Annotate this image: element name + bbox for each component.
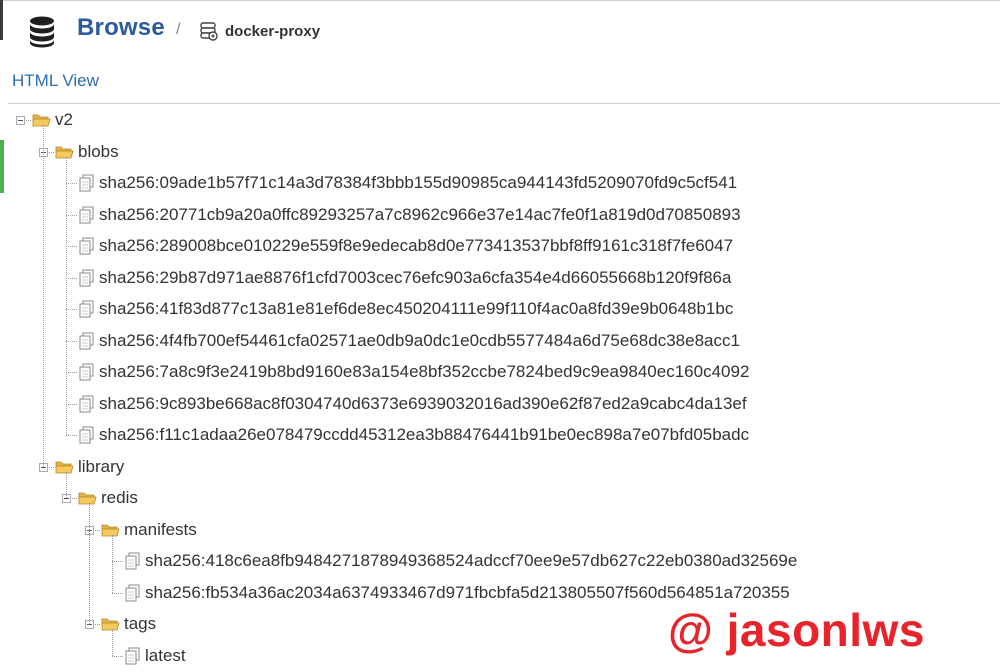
tree-folder-redis[interactable]: redis [78,484,138,512]
file-label: sha256:f11c1adaa26e078479ccdd45312ea3b88… [99,425,750,444]
repository-icon [200,22,218,41]
file-label: latest [145,645,186,665]
tree-guide-line [89,503,90,624]
file-label: sha256:20771cb9a20a0ffc89293257a7c8962c9… [99,204,741,224]
tree-file-blob[interactable]: sha256:289008bce010229e559f8e9edecab8d0e… [78,232,733,260]
folder-label: library [78,456,125,476]
tree-guide-line [66,471,67,498]
tree-file-blob[interactable]: sha256:f11c1adaa26e078479ccdd45312ea3b88… [78,421,749,449]
file-icon [125,647,140,664]
folder-open-icon [55,461,74,473]
tree-connector [66,435,77,436]
file-label: sha256:289008bce010229e559f8e9edecab8d0e… [99,236,734,255]
file-icon [125,584,140,601]
file-label: sha256:09ade1b57f71c14a3d78384f3bbb155d9… [99,173,738,192]
tree-connector [66,214,77,216]
file-icon [79,363,94,381]
tree-guide-line [112,629,113,656]
watermark: @ jasonlws [668,604,925,656]
tree-file-blob[interactable]: sha256:20771cb9a20a0ffc89293257a7c8962c9… [78,201,741,229]
tree-guide-line [112,534,113,593]
tree-connector [66,246,77,247]
tree-connector [66,183,77,184]
tree-file-blob[interactable]: sha256:7a8c9f3e2419b8bd9160e83a154e8bf35… [78,358,749,386]
tree-connector [66,403,77,405]
folder-label: manifests [124,519,197,539]
tree-connector [112,592,123,594]
folder-open-icon [55,146,74,158]
folder-open-icon [101,618,120,631]
file-icon [79,269,94,286]
file-icon [79,237,94,255]
folder-label: blobs [78,141,119,161]
file-icon [79,206,94,223]
database-icon [30,16,54,48]
minus-toggle-icon[interactable] [16,116,25,125]
file-label: sha256:418c6ea8fb9484271878949368524adcc… [145,551,798,570]
breadcrumb-repository[interactable]: docker-proxy [225,23,320,40]
tree-connector [112,655,123,657]
file-icon [125,552,140,570]
html-view-link[interactable]: HTML View [12,71,99,91]
page-title[interactable]: Browse [77,14,165,42]
tree-connector [66,277,77,279]
tree-file-blob[interactable]: sha256:4f4fb700ef54461cfa02571ae0db9a0dc… [78,327,740,355]
folder-open-icon [78,492,97,505]
tree-folder-v2[interactable]: v2 [32,106,73,134]
folder-open-icon [101,524,120,536]
folder-label: v2 [55,110,73,129]
tree-guide-line [66,156,67,435]
file-label: sha256:41f83d877c13a81e81ef6de8ec4502041… [99,299,734,318]
tree-connector [66,340,77,342]
file-icon [79,174,94,192]
tree-connector [66,309,77,310]
folder-label: tags [124,614,157,633]
page-header: Browse / docker-proxy [0,0,1000,62]
folder-open-icon [32,114,51,127]
tree-folder-blobs[interactable]: blobs [55,138,119,166]
file-icon [79,395,94,412]
tree-guide-line [43,125,44,467]
tree-connector [66,372,77,373]
file-icon [79,426,94,444]
tree-connector [112,561,123,562]
tree-file-blob[interactable]: sha256:29b87d971ae8876f1cfd7003cec76efc9… [78,264,731,292]
folder-label: redis [101,488,138,507]
tree-folder-tags[interactable]: tags [101,610,156,638]
file-label: sha256:29b87d971ae8876f1cfd7003cec76efc9… [99,267,732,287]
file-icon [79,332,94,349]
file-label: sha256:7a8c9f3e2419b8bd9160e83a154e8bf35… [99,362,750,381]
file-label: sha256:4f4fb700ef54461cfa02571ae0db9a0dc… [99,330,740,350]
tree-file-blob[interactable]: sha256:9c893be668ac8f0304740d6373e693903… [78,390,747,418]
breadcrumb-separator: / [176,21,181,38]
tree-file-tag[interactable]: latest [124,642,186,670]
file-icon [79,300,94,318]
file-tree: v2 blobs sha256:09ade1b57f71c14a3d78384f3b… [0,104,1000,672]
tree-file-blob[interactable]: sha256:09ade1b57f71c14a3d78384f3bbb155d9… [78,169,737,197]
file-label: sha256:9c893be668ac8f0304740d6373e693903… [99,393,747,413]
tree-file-manifest[interactable]: sha256:418c6ea8fb9484271878949368524adcc… [124,547,797,575]
tree-folder-manifests[interactable]: manifests [101,516,197,544]
tree-file-blob[interactable]: sha256:41f83d877c13a81e81ef6de8ec4502041… [78,295,733,323]
